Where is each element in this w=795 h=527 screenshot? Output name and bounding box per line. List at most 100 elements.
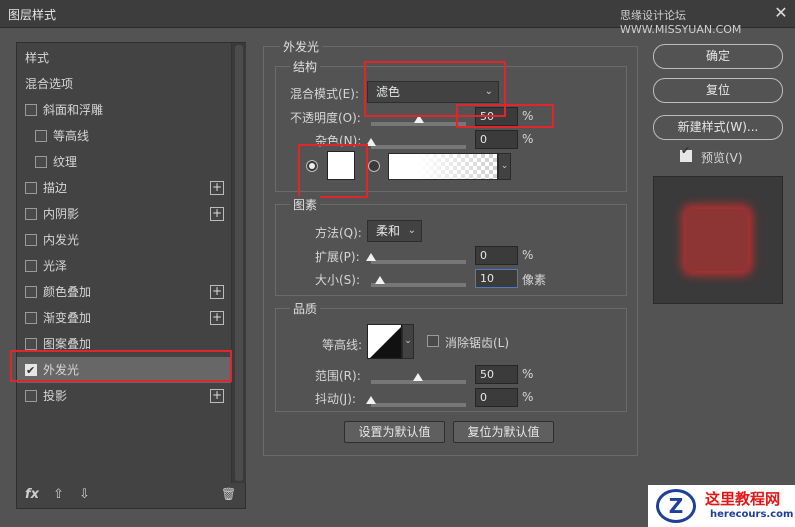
range-slider-handle[interactable] — [413, 373, 423, 381]
style-list-item[interactable]: 纹理 — [17, 149, 231, 175]
style-list-item[interactable]: 内发光 — [17, 227, 231, 253]
size-slider-handle[interactable] — [375, 276, 385, 284]
spread-input[interactable]: 0 — [475, 246, 518, 265]
style-checkbox[interactable] — [35, 156, 47, 168]
style-list-item-label: 内发光 — [43, 233, 80, 247]
style-list-item[interactable]: 斜面和浮雕 — [17, 97, 231, 123]
style-list-item-label: 内阴影 — [43, 207, 80, 221]
jitter-input[interactable]: 0 — [475, 388, 518, 407]
new-style-button[interactable]: 新建样式(W)... — [653, 115, 783, 140]
antialias-checkbox[interactable] — [427, 335, 439, 347]
style-checkbox[interactable] — [25, 312, 37, 324]
style-list-item[interactable]: 描边 + — [17, 175, 231, 201]
logo-url: herecours.com — [710, 509, 794, 520]
noise-input[interactable]: 0 — [475, 130, 518, 149]
watermark-text: 思缘设计论坛 WWW.MISSYUAN.COM — [620, 9, 742, 36]
style-checkbox[interactable] — [35, 130, 47, 142]
add-effect-plus-icon[interactable]: + — [210, 311, 224, 325]
style-list-item[interactable]: 等高线 — [17, 123, 231, 149]
reset-button[interactable]: 复位 — [653, 78, 783, 103]
style-list-item[interactable]: 光泽 — [17, 253, 231, 279]
style-list-item[interactable]: 渐变叠加 + — [17, 305, 231, 331]
style-list: 样式 混合选项 斜面和浮雕 等高线 纹理 描边 + 内阴影 + 内发光 光泽 颜色叠加 + 渐变叠加 + 图案… — [17, 43, 231, 483]
size-input[interactable]: 10 — [475, 269, 518, 288]
contour-dropdown-chevron-icon[interactable]: ⌄ — [402, 324, 414, 359]
contour-thumbnail[interactable] — [367, 324, 402, 359]
highlight-outer-glow-item — [10, 350, 232, 382]
style-checkbox[interactable] — [25, 338, 37, 350]
style-list-item-label: 光泽 — [43, 259, 68, 273]
range-label: 范围(R): — [315, 369, 361, 383]
technique-label: 方法(Q): — [315, 226, 362, 240]
style-list-item-label: 投影 — [43, 389, 68, 403]
highlight-opacity — [456, 104, 554, 128]
style-list-item-label: 混合选项 — [25, 77, 74, 91]
add-effect-plus-icon[interactable]: + — [210, 181, 224, 195]
style-list-item-label: 描边 — [43, 181, 68, 195]
title-bar: 图层样式 思缘设计论坛 WWW.MISSYUAN.COM ✕ — [0, 0, 795, 36]
jitter-slider[interactable] — [371, 403, 466, 407]
close-icon[interactable]: ✕ — [770, 2, 792, 24]
blend-mode-label: 混合模式(E): — [290, 87, 359, 101]
style-list-item-label: 纹理 — [53, 155, 78, 169]
style-checkbox[interactable] — [25, 182, 37, 194]
chevron-down-icon: ⌄ — [407, 225, 416, 236]
style-list-scrollbar[interactable] — [231, 43, 246, 483]
technique-select[interactable]: 柔和 ⌄ — [367, 220, 422, 242]
style-checkbox[interactable] — [25, 260, 37, 272]
preview-checkbox[interactable] — [680, 144, 692, 162]
quality-title: 品质 — [290, 300, 321, 317]
spread-slider-handle[interactable] — [366, 253, 376, 261]
preview-glow-square — [686, 209, 748, 271]
style-checkbox[interactable] — [25, 390, 37, 402]
style-list-item[interactable]: 内阴影 + — [17, 201, 231, 227]
dialog-title: 图层样式 — [8, 8, 57, 22]
style-list-item-label: 颜色叠加 — [43, 285, 92, 299]
ok-button[interactable]: 确定 — [653, 44, 783, 69]
jitter-unit: % — [522, 390, 534, 404]
style-list-item-label: 样式 — [25, 51, 50, 65]
add-effect-plus-icon[interactable]: + — [210, 207, 224, 221]
size-label: 大小(S): — [315, 273, 361, 287]
gradient-dropdown-chevron-icon[interactable]: ⌄ — [498, 153, 511, 180]
fx-icon[interactable]: fx — [25, 487, 39, 502]
scrollbar-thumb[interactable] — [235, 45, 243, 481]
style-list-panel: 样式 混合选项 斜面和浮雕 等高线 纹理 描边 + 内阴影 + 内发光 光泽 颜色叠加 + 渐变叠加 + 图案… — [16, 42, 246, 509]
contour-label: 等高线: — [322, 338, 363, 352]
spread-slider[interactable] — [371, 260, 466, 264]
outer-glow-title: 外发光 — [280, 38, 323, 55]
jitter-label: 抖动(J): — [315, 392, 356, 406]
noise-slider[interactable] — [371, 145, 466, 149]
add-effect-plus-icon[interactable]: + — [210, 285, 224, 299]
antialias-label: 消除锯齿(L) — [445, 336, 510, 350]
technique-value: 柔和 — [376, 224, 401, 238]
structure-title: 结构 — [290, 58, 321, 75]
jitter-slider-handle[interactable] — [366, 396, 376, 404]
style-checkbox[interactable] — [25, 104, 37, 116]
move-down-icon[interactable]: ⇩ — [79, 487, 90, 502]
size-slider[interactable] — [371, 283, 466, 287]
style-checkbox[interactable] — [25, 208, 37, 220]
preview-thumbnail — [653, 176, 783, 304]
make-default-button[interactable]: 设置为默认值 — [344, 421, 445, 443]
move-up-icon[interactable]: ⇧ — [53, 487, 64, 502]
elements-title: 图素 — [290, 196, 321, 213]
style-list-item[interactable]: 混合选项 — [17, 71, 231, 97]
style-checkbox[interactable] — [25, 286, 37, 298]
trash-icon[interactable]: 🗑 — [221, 487, 236, 501]
add-effect-plus-icon[interactable]: + — [210, 389, 224, 403]
style-checkbox[interactable] — [25, 234, 37, 246]
style-list-item[interactable]: 颜色叠加 + — [17, 279, 231, 305]
site-logo: Z 这里教程网 herecours.com — [648, 485, 795, 527]
range-unit: % — [522, 367, 534, 381]
gradient-radio[interactable] — [368, 160, 380, 172]
style-list-item[interactable]: 样式 — [17, 45, 231, 71]
style-list-footer: fx ⇧ ⇩ 🗑 — [17, 483, 245, 509]
logo-title: 这里教程网 — [705, 490, 781, 508]
spread-unit: % — [522, 248, 534, 262]
gradient-swatch[interactable] — [388, 153, 498, 180]
style-list-item[interactable]: 投影 + — [17, 383, 231, 409]
range-input[interactable]: 50 — [475, 365, 518, 384]
size-unit: 像素 — [522, 273, 547, 287]
reset-default-button[interactable]: 复位为默认值 — [453, 421, 554, 443]
